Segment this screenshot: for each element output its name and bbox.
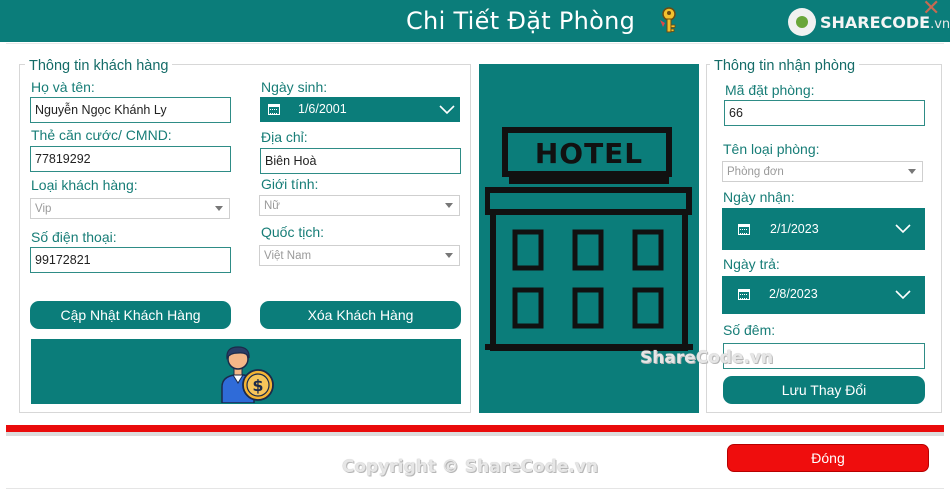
window-title: Chi Tiết Đặt Phòng <box>406 7 636 35</box>
booking-id-field[interactable]: 66 <box>724 100 925 126</box>
svg-text:$: $ <box>252 376 263 395</box>
customer-type-select[interactable]: Vip <box>30 198 230 219</box>
dob-datepicker[interactable]: 1/6/2001 <box>260 97 460 122</box>
checkout-date-value: 2/8/2023 <box>769 287 818 301</box>
chevron-down-icon <box>445 253 453 258</box>
header-divider <box>6 43 944 44</box>
chevron-down-icon <box>895 224 911 234</box>
logo-text: SHARECODE <box>820 12 931 32</box>
phone-field[interactable]: 99172821 <box>30 247 231 273</box>
calendar-icon <box>738 224 750 235</box>
calendar-icon <box>268 104 280 115</box>
chevron-down-icon <box>445 203 453 208</box>
close-button[interactable]: Đóng <box>727 444 929 472</box>
customer-info-title: Thông tin khách hàng <box>25 58 173 74</box>
checkout-date-label: Ngày trả: <box>723 256 780 272</box>
address-label: Địa chỉ: <box>261 129 308 145</box>
footer-gray-bar <box>6 432 944 436</box>
chevron-down-icon <box>439 105 455 115</box>
gender-select[interactable]: Nữ <box>259 195 460 216</box>
room-type-label: Tên loại phòng: <box>723 141 820 157</box>
chevron-down-icon <box>895 290 911 300</box>
name-label: Họ và tên: <box>31 79 95 95</box>
checkout-datepicker[interactable]: 2/8/2023 <box>722 276 925 314</box>
save-changes-button[interactable]: Lưu Thay Đổi <box>723 376 925 404</box>
checkin-date-label: Ngày nhận: <box>723 189 795 205</box>
customer-money-icon: $ <box>221 346 274 403</box>
dob-label: Ngày sinh: <box>261 79 328 95</box>
customer-type-value: Vip <box>35 202 52 215</box>
nationality-select[interactable]: Việt Nam <box>259 245 460 266</box>
chevron-down-icon <box>908 169 916 174</box>
hotel-sign: HOTEL <box>534 137 644 170</box>
watermark-sharecode: ShareCode.vn <box>640 348 774 368</box>
bottom-divider <box>6 488 944 489</box>
nationality-value: Việt Nam <box>264 249 312 262</box>
checkin-info-title: Thông tin nhận phòng <box>710 58 860 74</box>
id-card-field[interactable]: 77819292 <box>30 146 231 172</box>
checkin-datepicker[interactable]: 2/1/2023 <box>722 208 925 250</box>
copyright-watermark: Copyright © ShareCode.vn <box>342 457 599 477</box>
booking-detail-window: Chi Tiết Đặt Phòng SHARECODE.vn ✕ Thông … <box>0 0 950 492</box>
calendar-icon <box>738 289 750 300</box>
update-customer-button[interactable]: Cập Nhật Khách Hàng <box>30 301 231 329</box>
booking-id-label: Mã đặt phòng: <box>725 82 815 98</box>
nights-label: Số đêm: <box>723 322 776 338</box>
name-field[interactable]: Nguyễn Ngọc Khánh Ly <box>30 97 231 123</box>
checkin-date-value: 2/1/2023 <box>770 222 819 236</box>
gender-value: Nữ <box>264 199 281 212</box>
id-card-label: Thẻ căn cước/ CMND: <box>31 127 172 143</box>
chevron-down-icon <box>215 206 223 211</box>
phone-label: Số điện thoại: <box>31 229 117 245</box>
dob-value: 1/6/2001 <box>298 102 347 116</box>
customer-banner: $ <box>31 339 461 404</box>
title-bar: Chi Tiết Đặt Phòng SHARECODE.vn ✕ <box>0 0 950 42</box>
customer-type-label: Loại khách hàng: <box>31 177 138 193</box>
delete-customer-button[interactable]: Xóa Khách Hàng <box>260 301 461 329</box>
footer-red-bar <box>6 425 944 432</box>
close-icon[interactable]: ✕ <box>922 0 940 21</box>
room-type-select[interactable]: Phòng đơn <box>722 161 923 182</box>
key-icon <box>660 7 676 33</box>
room-type-value: Phòng đơn <box>727 165 784 178</box>
address-field[interactable]: Biên Hoà <box>260 148 461 174</box>
nationality-label: Quốc tịch: <box>261 224 325 240</box>
gender-label: Giới tính: <box>261 176 319 192</box>
logo-mark-icon <box>788 8 816 36</box>
